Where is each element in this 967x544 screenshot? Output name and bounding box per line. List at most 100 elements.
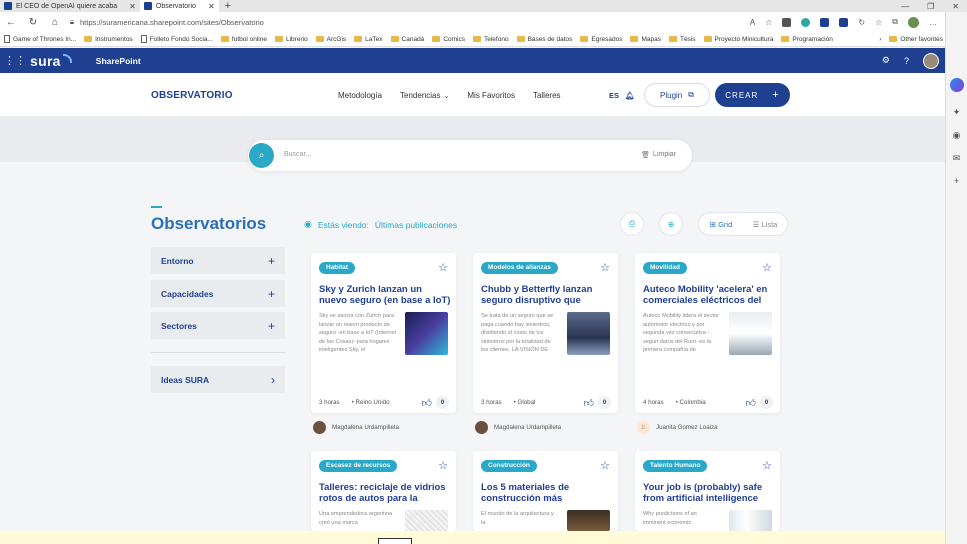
card-author[interactable]: Magdalena Urdampilleta <box>475 421 561 434</box>
browser-tab-openai[interactable]: El CEO de OpenAI quiere acaba ✕ <box>0 0 140 12</box>
sharepoint-label[interactable]: SharePoint <box>96 56 141 66</box>
article-card[interactable]: Escasez de recursos ☆ Talleres: reciclaj… <box>311 451 456 531</box>
favorite-star-icon[interactable]: ☆ <box>600 261 610 274</box>
browser-tab-observatorio[interactable]: Observatorio ✕ <box>139 0 219 12</box>
bell-icon[interactable]: 🔔︎ <box>625 91 635 100</box>
refresh-extension-icon[interactable]: ↻ <box>858 18 865 27</box>
bookmark-item[interactable]: Folleto Fondo Socia... <box>140 35 213 43</box>
bookmark-item[interactable]: futbol online <box>220 36 267 43</box>
bookmark-item[interactable]: Telefono <box>472 36 509 43</box>
card-author[interactable]: Magdalena Urdampilleta <box>313 421 399 434</box>
extension-icon[interactable] <box>839 17 849 27</box>
nav-tendencias[interactable]: Tendencias ⌄ <box>400 91 449 100</box>
search-icon[interactable]: ⌕ <box>249 143 274 168</box>
home-icon[interactable]: ⌂ <box>44 17 66 28</box>
read-aloud-icon[interactable]: A <box>750 18 755 27</box>
bookmark-item[interactable]: Game of Thrones In... <box>4 35 76 43</box>
card-author[interactable]: JL Juanita Gomez Loaiza <box>637 421 718 434</box>
bookmark-item[interactable]: Canadá <box>390 36 424 43</box>
close-tab-icon[interactable]: ✕ <box>208 2 215 11</box>
ideas-sura-link[interactable]: Ideas SURA › <box>151 366 285 393</box>
filter-entorno[interactable]: Entorno + <box>151 247 285 274</box>
thumbs-up-icon[interactable]: 👍︎ <box>746 397 756 409</box>
article-card[interactable]: Talento Humano ☆ Your job is (probably) … <box>635 451 780 531</box>
favorite-star-icon[interactable]: ☆ <box>438 261 448 274</box>
card-title[interactable]: Auteco Mobility 'acelera' en comerciales… <box>643 284 775 306</box>
bookmark-item[interactable]: Proyecto Minicultura <box>703 36 773 43</box>
back-icon[interactable]: ← <box>0 17 22 28</box>
extension-icon[interactable] <box>782 17 792 27</box>
bookmark-item[interactable]: Bases de datos <box>516 36 572 43</box>
minimize-icon[interactable]: — <box>901 2 909 11</box>
article-card[interactable]: Movilidad ☆ Auteco Mobility 'acelera' en… <box>635 253 780 413</box>
nav-metodologia[interactable]: Metodología <box>338 91 382 100</box>
article-card[interactable]: Modelos de alianzas ☆ Chubb y Betterfly … <box>473 253 618 413</box>
restore-icon[interactable]: ❐ <box>927 2 934 11</box>
category-tag[interactable]: Construcción <box>481 460 537 472</box>
card-title[interactable]: Chubb y Betterfly lanzan seguro disrupti… <box>481 284 613 306</box>
favorite-star-icon[interactable]: ☆ <box>438 459 448 472</box>
thumbs-up-icon[interactable]: 👍︎ <box>422 397 432 409</box>
site-title[interactable]: OBSERVATORIO <box>151 90 233 101</box>
grid-view-button[interactable]: ⊞ Grid <box>699 220 743 229</box>
more-icon[interactable]: … <box>929 18 937 27</box>
copilot-icon[interactable] <box>949 78 964 92</box>
print-button[interactable]: ⎙ <box>620 212 644 236</box>
category-tag[interactable]: Habitat <box>319 262 356 274</box>
settings-icon[interactable]: ⚙ <box>882 55 890 66</box>
bookmark-item[interactable]: LaTex <box>354 36 383 43</box>
chevron-right-icon[interactable]: › <box>879 36 881 43</box>
split-icon[interactable]: ⧉ <box>892 17 898 27</box>
card-title[interactable]: Los 5 materiales de construcción más <box>481 482 613 504</box>
bookmark-item[interactable]: Instrumentos <box>84 36 133 43</box>
nav-talleres[interactable]: Talleres <box>533 91 561 100</box>
favorite-star-icon[interactable]: ☆ <box>762 459 772 472</box>
bookmark-item[interactable]: Librerio <box>274 36 308 43</box>
card-title[interactable]: Your job is (probably) safe from artific… <box>643 482 775 504</box>
favorite-star-icon[interactable]: ☆ <box>762 261 772 274</box>
bookmark-item[interactable]: Comics <box>432 36 465 43</box>
category-tag[interactable]: Modelos de alianzas <box>481 262 558 274</box>
outlook-icon[interactable]: ✉ <box>953 153 961 164</box>
category-tag[interactable]: Movilidad <box>643 262 687 274</box>
add-icon[interactable]: + <box>954 176 959 186</box>
category-tag[interactable]: Talento Humano <box>643 460 708 472</box>
close-window-icon[interactable]: ✕ <box>952 2 959 11</box>
clear-search-button[interactable]: 🗑︎ Limpiar <box>641 151 676 159</box>
help-icon[interactable]: ? <box>904 56 909 66</box>
card-title[interactable]: Talleres: reciclaje de vidrios rotos de … <box>319 482 451 504</box>
thumbs-up-icon[interactable]: 👍︎ <box>584 397 594 409</box>
app-launcher-icon[interactable]: ⋮⋮ <box>4 54 26 67</box>
crear-button[interactable]: CREAR + <box>715 83 790 107</box>
search-input[interactable]: Buscar... <box>284 151 311 158</box>
favorite-star-icon[interactable]: ☆ <box>600 459 610 472</box>
refresh-icon[interactable]: ↻ <box>22 17 44 28</box>
office-icon[interactable]: ◉ <box>953 130 961 141</box>
other-favorites[interactable]: Other favorites <box>889 36 943 43</box>
viewing-filter[interactable]: Últimas publicaciones <box>375 220 457 230</box>
list-view-button[interactable]: ☰ Lista <box>743 220 787 229</box>
extension-icon[interactable] <box>801 17 811 27</box>
close-tab-icon[interactable]: ✕ <box>129 2 136 11</box>
language-selector[interactable]: ES 🔔︎ <box>609 91 635 100</box>
search-box[interactable]: ⌕ Buscar... 🗑︎ Limpiar <box>248 140 692 171</box>
user-avatar[interactable] <box>923 52 939 69</box>
tools-icon[interactable]: ✦ <box>953 107 961 118</box>
favorites-star-icon[interactable]: ☆ <box>765 18 772 27</box>
sura-logo[interactable]: sura <box>30 53 72 69</box>
article-card[interactable]: Construcción ☆ Los 5 materiales de const… <box>473 451 618 531</box>
card-title[interactable]: Sky y Zurich lanzan un nuevo seguro (en … <box>319 284 451 307</box>
filter-capacidades[interactable]: Capacidades + <box>151 280 285 307</box>
nav-mis-favoritos[interactable]: Mis Favoritos <box>467 91 515 100</box>
bookmark-item[interactable]: Mapas <box>630 36 661 43</box>
article-card[interactable]: Habitat ☆ Sky y Zurich lanzan un nuevo s… <box>311 253 456 413</box>
profile-avatar[interactable] <box>908 16 919 28</box>
category-tag[interactable]: Escasez de recursos <box>319 460 398 472</box>
new-tab-icon[interactable]: + <box>219 0 237 12</box>
filter-sectores[interactable]: Sectores + <box>151 312 285 339</box>
extension-icon[interactable] <box>820 17 830 27</box>
bookmark-item[interactable]: ArcGis <box>315 36 346 43</box>
url-field[interactable]: 🔒︎ https://suramericana.sharepoint.com/s… <box>70 17 264 27</box>
collections-icon[interactable]: ☆ <box>875 18 882 27</box>
bookmark-item[interactable]: Egresados <box>580 36 622 43</box>
